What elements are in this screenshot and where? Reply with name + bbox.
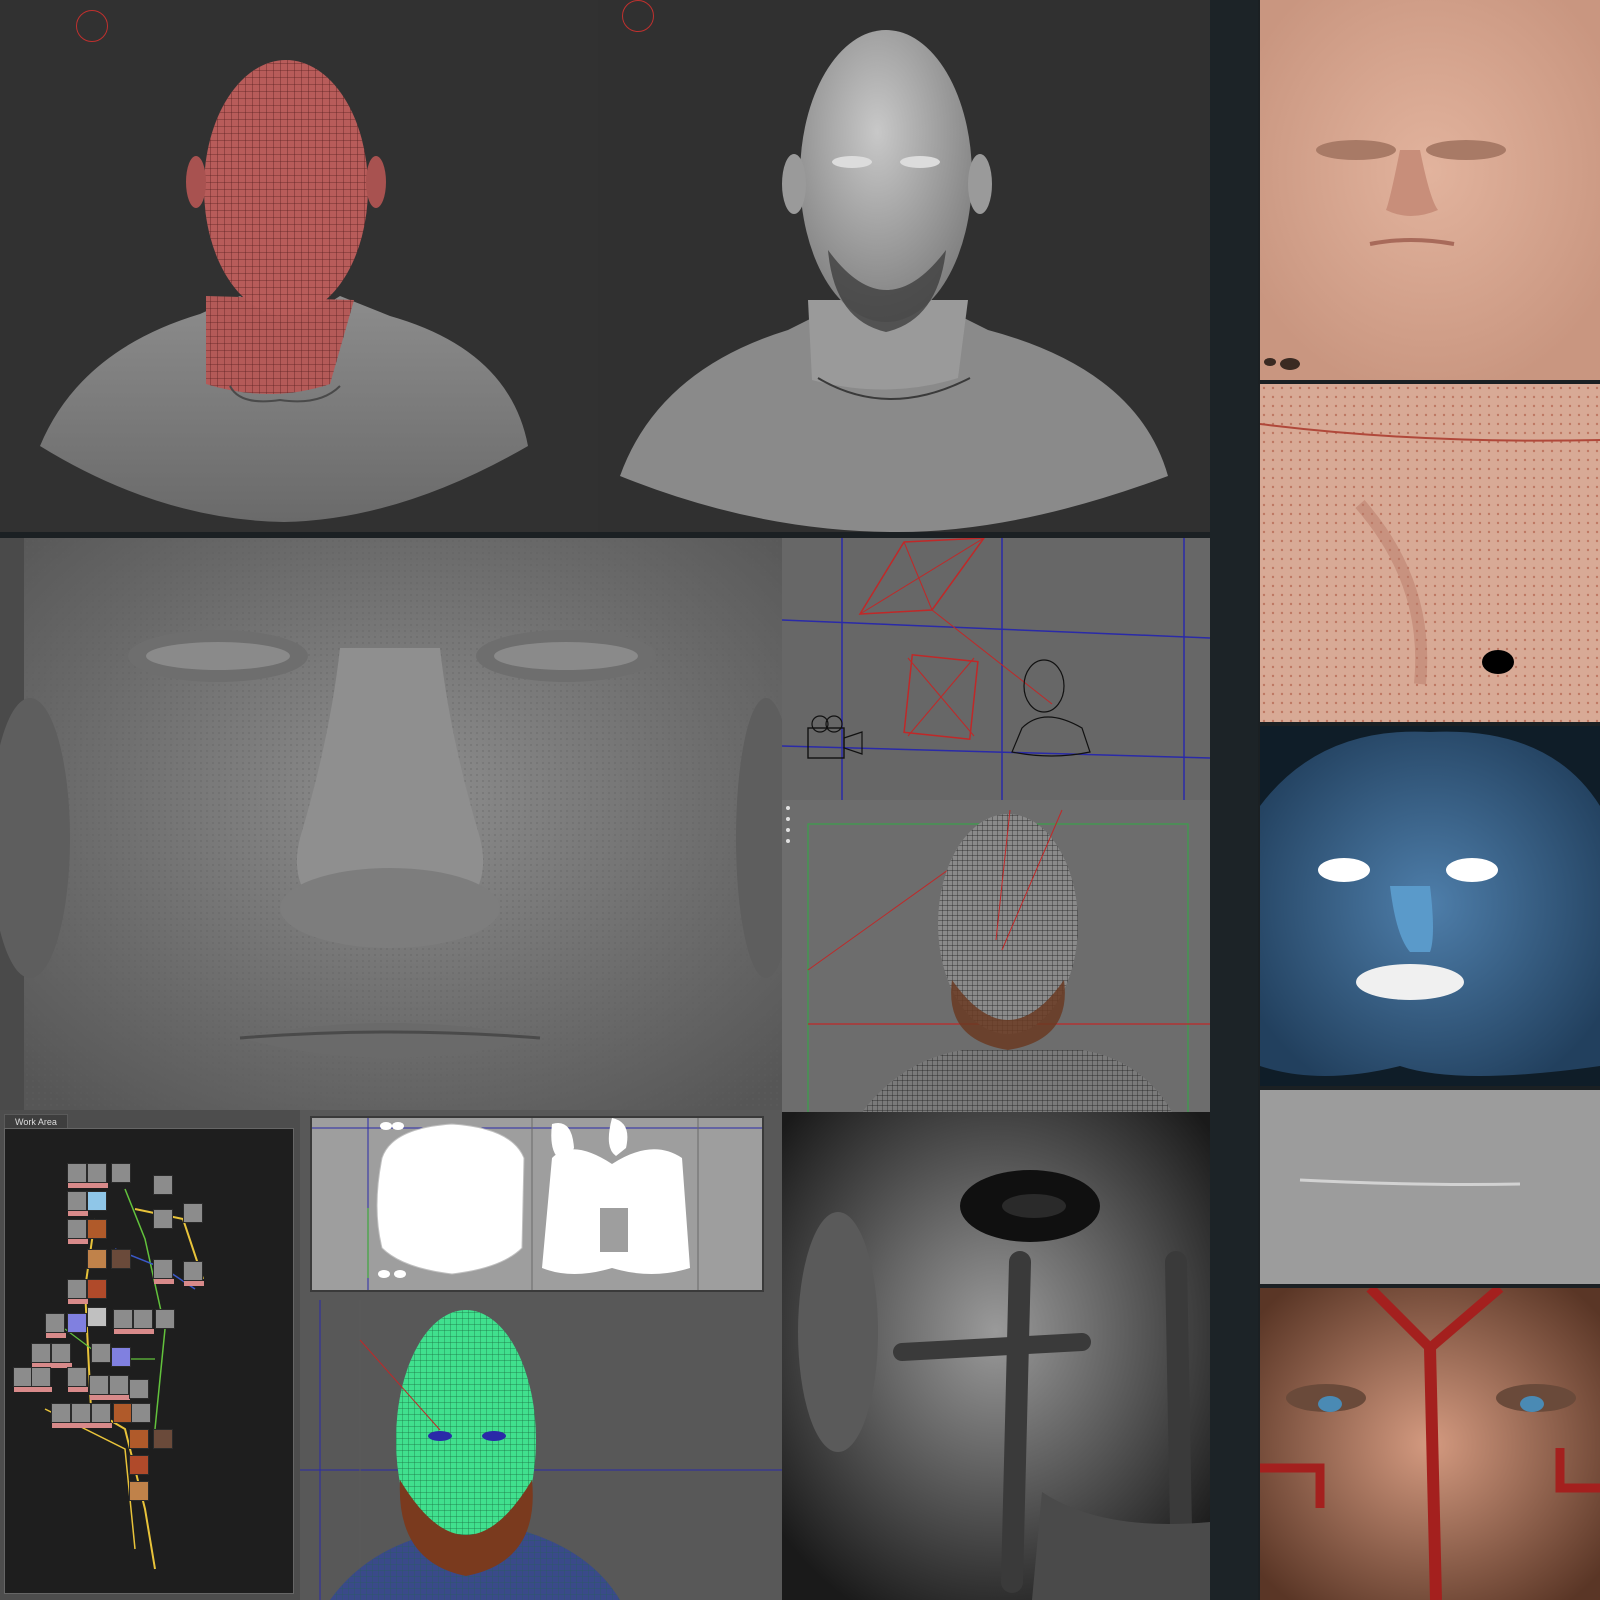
color-portrait: [1260, 1288, 1600, 1600]
node[interactable]: [67, 1279, 88, 1304]
sculpt-bust-render: [620, 30, 1168, 532]
node[interactable]: [71, 1403, 92, 1428]
diffuse-map: [1260, 0, 1600, 380]
node[interactable]: [111, 1249, 131, 1269]
node[interactable]: [133, 1309, 154, 1334]
node[interactable]: [67, 1313, 87, 1333]
node[interactable]: [113, 1403, 133, 1423]
node[interactable]: [109, 1375, 130, 1400]
separator-strip: [1210, 0, 1258, 1600]
node[interactable]: [129, 1429, 149, 1449]
bw-portrait: [782, 1112, 1210, 1600]
node[interactable]: [87, 1307, 107, 1327]
skin-detail-map: [1260, 384, 1600, 722]
node-graph[interactable]: [4, 1128, 294, 1594]
cavity-map: [1260, 731, 1600, 1076]
node[interactable]: [155, 1309, 175, 1329]
wireframe-bust-viewport[interactable]: [0, 0, 598, 532]
node-editor-panel[interactable]: Work Area: [0, 1110, 300, 1600]
node[interactable]: [51, 1403, 72, 1428]
node[interactable]: [91, 1403, 112, 1428]
pore-detail-texture: [1260, 384, 1600, 722]
node[interactable]: [131, 1403, 151, 1423]
sculpt-bust-viewport[interactable]: [598, 0, 1210, 532]
height-texture-map: [1260, 1090, 1600, 1284]
node[interactable]: [153, 1175, 173, 1195]
uv-editor-panel[interactable]: [300, 1110, 782, 1600]
wire-head-render: [807, 809, 1210, 1112]
node[interactable]: [129, 1379, 149, 1399]
node[interactable]: [31, 1367, 52, 1392]
face-closeup-render: [0, 538, 782, 1112]
node[interactable]: [87, 1163, 108, 1188]
node[interactable]: [89, 1375, 110, 1400]
node[interactable]: [183, 1203, 203, 1223]
node[interactable]: [87, 1279, 107, 1299]
scene-camera-viewport[interactable]: [782, 538, 1210, 800]
displacement-map: [1260, 1090, 1600, 1284]
node[interactable]: [153, 1259, 174, 1284]
uv-layout: [312, 1118, 762, 1290]
blue-normal-texture: [1260, 726, 1600, 1086]
color-texture-map: [1260, 0, 1600, 380]
node[interactable]: [67, 1367, 88, 1392]
node[interactable]: [129, 1455, 149, 1475]
node[interactable]: [91, 1343, 111, 1363]
node[interactable]: [31, 1343, 52, 1368]
wireframe-bust-render: [40, 60, 528, 522]
camera-icon[interactable]: [802, 714, 872, 770]
node[interactable]: [111, 1163, 131, 1183]
face-closeup-viewport[interactable]: [0, 538, 782, 1112]
node[interactable]: [111, 1347, 131, 1367]
reference-photo-bw: [782, 1112, 1210, 1600]
node[interactable]: [13, 1367, 34, 1392]
node[interactable]: [87, 1249, 107, 1269]
render-wireframe-viewport[interactable]: [782, 800, 1210, 1112]
node[interactable]: [113, 1309, 134, 1334]
uv-layout-view[interactable]: [310, 1116, 764, 1292]
green-wire-head-render: [300, 1300, 782, 1600]
node[interactable]: [87, 1191, 107, 1211]
node[interactable]: [183, 1261, 204, 1286]
work-area-tab[interactable]: Work Area: [4, 1114, 68, 1128]
node[interactable]: [129, 1481, 149, 1501]
node[interactable]: [45, 1313, 66, 1338]
node[interactable]: [67, 1191, 88, 1216]
node[interactable]: [153, 1209, 173, 1229]
node[interactable]: [67, 1163, 88, 1188]
node[interactable]: [67, 1219, 88, 1244]
node[interactable]: [87, 1219, 107, 1239]
node[interactable]: [153, 1429, 173, 1449]
node[interactable]: [51, 1343, 72, 1368]
reference-photo-color: [1260, 1288, 1600, 1600]
